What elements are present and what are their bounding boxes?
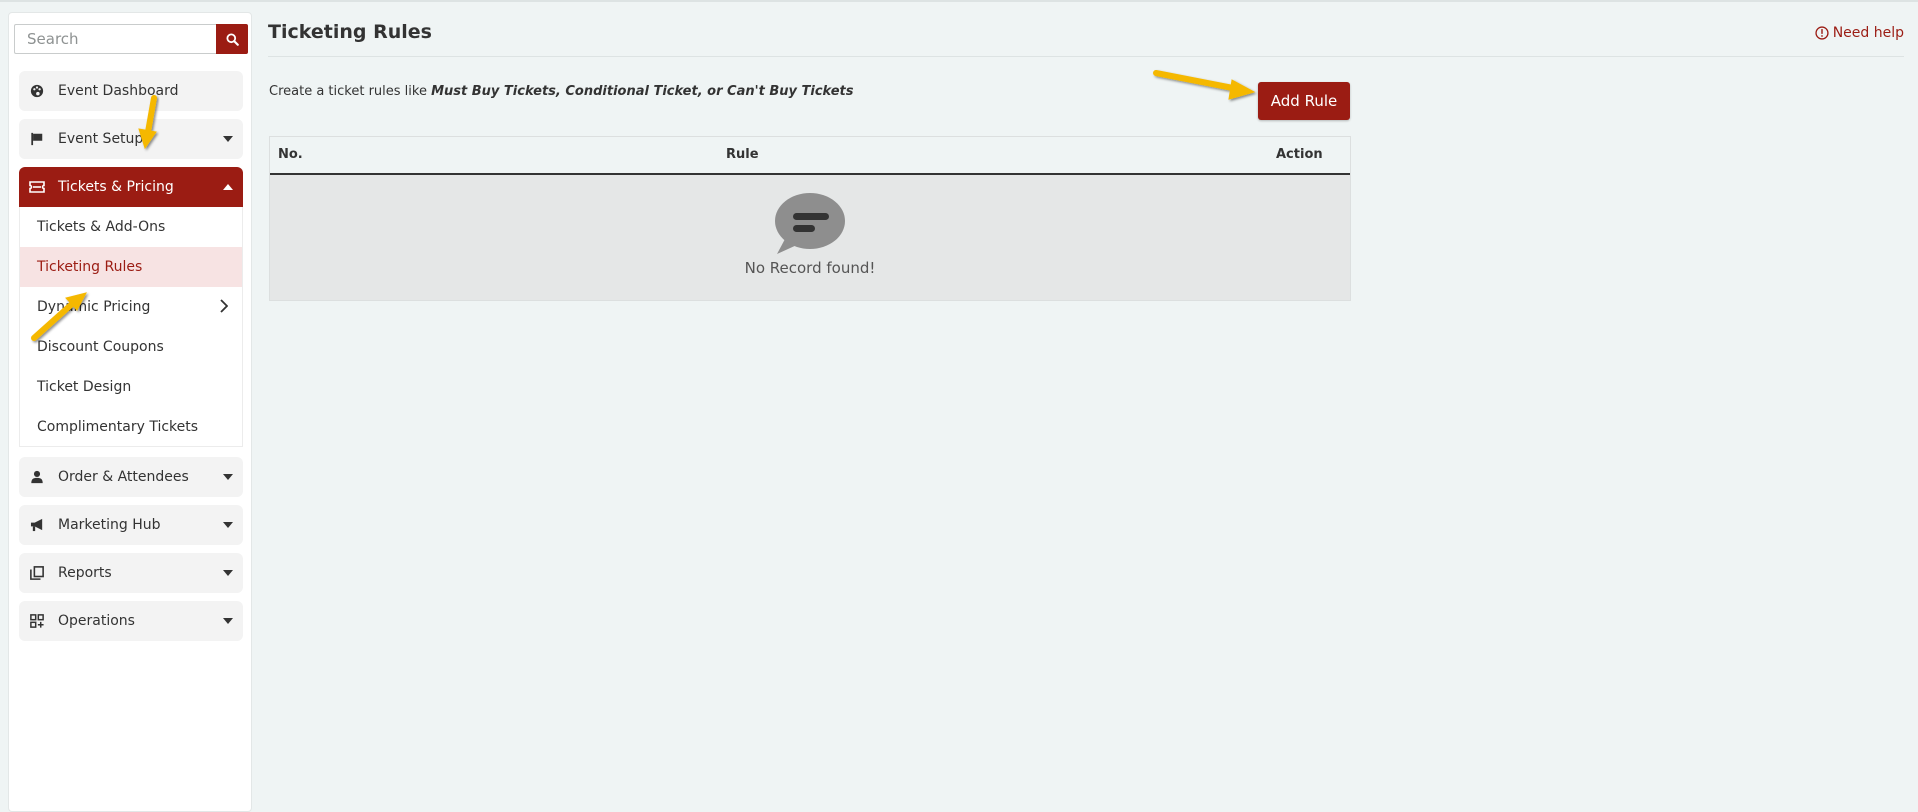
palette-icon	[27, 84, 47, 98]
page-title: Ticketing Rules	[268, 21, 432, 43]
nav-label: Event Dashboard	[58, 83, 179, 99]
search-input[interactable]	[14, 24, 216, 54]
operations-icon	[27, 614, 47, 628]
submenu-label: Dynamic Pricing	[37, 299, 151, 315]
reports-icon	[27, 566, 47, 580]
nav-label: Marketing Hub	[58, 517, 161, 533]
nav-item-reports[interactable]: Reports	[19, 553, 243, 593]
description-text: Create a ticket rules like	[269, 84, 432, 99]
submenu-item-ticket-design[interactable]: Ticket Design	[20, 367, 242, 407]
table-empty-state: No Record found!	[270, 175, 1350, 300]
comment-icon	[775, 193, 845, 254]
rules-table: No. Rule Action No Record found!	[269, 136, 1351, 301]
column-header-rule: Rule	[726, 147, 759, 162]
nav-item-marketing-hub[interactable]: Marketing Hub	[19, 505, 243, 545]
nav-label: Tickets & Pricing	[58, 179, 174, 195]
caret-down-icon	[223, 522, 233, 528]
nav-label: Event Setup	[58, 131, 144, 147]
user-icon	[27, 470, 47, 484]
nav-label: Operations	[58, 613, 135, 629]
chevron-right-icon	[220, 299, 229, 317]
need-help-label: Need help	[1832, 25, 1904, 41]
annotation-arrow-to-add-rule	[1153, 70, 1256, 100]
tickets-submenu: Tickets & Add-Ons Ticketing Rules Dynami…	[19, 207, 243, 447]
description-rule-types: Must Buy Tickets, Conditional Ticket, or…	[431, 84, 854, 99]
caret-down-icon	[223, 474, 233, 480]
empty-state-text: No Record found!	[744, 259, 876, 277]
submenu-item-discount-coupons[interactable]: Discount Coupons	[20, 327, 242, 367]
ticket-icon	[27, 181, 47, 193]
divider	[268, 56, 1904, 57]
nav-item-order-attendees[interactable]: Order & Attendees	[19, 457, 243, 497]
nav-label: Reports	[58, 565, 112, 581]
column-header-no: No.	[278, 147, 303, 162]
annotation-arrows	[31, 70, 1256, 341]
nav-item-tickets-pricing[interactable]: Tickets & Pricing	[19, 167, 243, 207]
caret-down-icon	[223, 618, 233, 624]
submenu-item-ticketing-rules[interactable]: Ticketing Rules	[20, 247, 242, 287]
submenu-item-dynamic-pricing[interactable]: Dynamic Pricing	[20, 287, 242, 327]
megaphone-icon	[27, 518, 47, 532]
nav-item-operations[interactable]: Operations	[19, 601, 243, 641]
nav-label: Order & Attendees	[58, 469, 189, 485]
search-bar	[14, 24, 248, 54]
flag-icon	[27, 132, 47, 146]
submenu-item-complimentary-tickets[interactable]: Complimentary Tickets	[20, 407, 242, 447]
submenu-item-tickets-addons[interactable]: Tickets & Add-Ons	[20, 207, 242, 247]
caret-up-icon	[223, 184, 233, 190]
search-button[interactable]	[216, 24, 248, 54]
info-icon	[1815, 26, 1829, 40]
need-help-link[interactable]: Need help	[1815, 25, 1904, 41]
table-header: No. Rule Action	[270, 137, 1350, 175]
search-icon	[225, 32, 239, 46]
column-header-action: Action	[1276, 147, 1323, 162]
nav-item-event-dashboard[interactable]: Event Dashboard	[19, 71, 243, 111]
sidebar: Event Dashboard Event Setup Tickets & Pr…	[8, 12, 252, 812]
caret-down-icon	[223, 136, 233, 142]
nav-item-event-setup[interactable]: Event Setup	[19, 119, 243, 159]
caret-down-icon	[223, 570, 233, 576]
add-rule-button[interactable]: Add Rule	[1258, 82, 1350, 120]
rules-description: Create a ticket rules like Must Buy Tick…	[269, 84, 853, 99]
